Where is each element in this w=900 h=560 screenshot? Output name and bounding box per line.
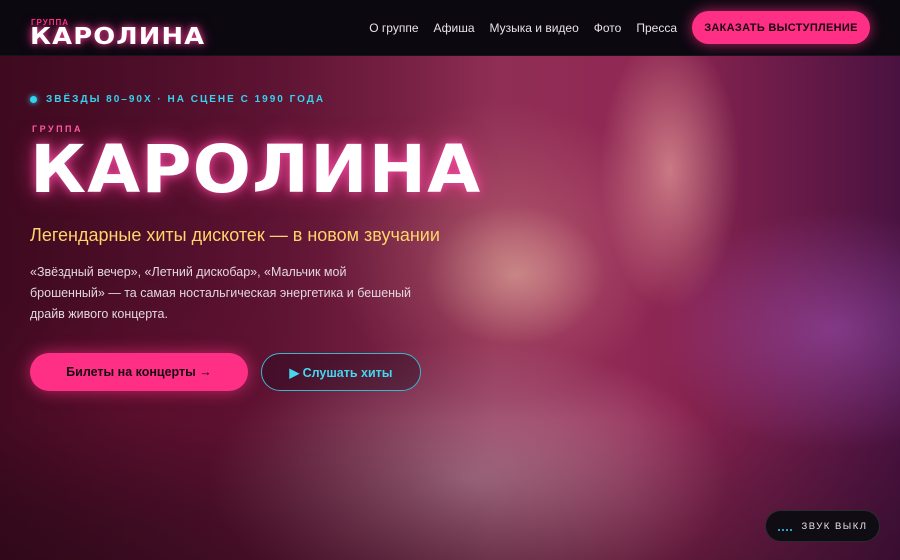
hero-bottom-fade [0, 420, 900, 560]
nav-item-schedule[interactable]: Афиша [434, 21, 475, 35]
live-dot-icon [30, 96, 37, 103]
logo[interactable]: ГРУППА КАРОЛИНА [30, 8, 220, 50]
equalizer-icon [777, 521, 794, 531]
book-performance-button[interactable]: ЗАКАЗАТЬ ВЫСТУПЛЕНИЕ [692, 11, 870, 44]
hero-subtitle: Легендарные хиты дискотек — в новом звуч… [30, 225, 440, 245]
logo-wordmark: КАРОЛИНА [30, 23, 206, 50]
sound-toggle-button[interactable]: ЗВУК ВЫКЛ [765, 510, 880, 542]
hero-description: «Звёздный вечер», «Летний дискобар», «Ма… [30, 265, 412, 321]
hero-title: КАРОЛИНА [30, 131, 482, 208]
sound-toggle-label: ЗВУК ВЫКЛ [801, 520, 868, 532]
nav-item-press[interactable]: Пресса [636, 21, 677, 35]
listen-hits-button[interactable]: ▶ Слушать хиты [261, 353, 421, 391]
hero-eyebrow: ЗВЁЗДЫ 80–90Х · НА СЦЕНЕ С 1990 ГОДА [30, 94, 325, 105]
tickets-button[interactable]: Билеты на концерты → [30, 353, 248, 391]
hero-eyebrow-text: ЗВЁЗДЫ 80–90Х · НА СЦЕНЕ С 1990 ГОДА [46, 94, 326, 105]
nav-item-photo[interactable]: Фото [594, 21, 622, 35]
nav-item-music-video[interactable]: Музыка и видео [490, 21, 579, 35]
nav-item-about[interactable]: О группе [369, 21, 418, 35]
site-header: ГРУППА КАРОЛИНА О группе Афиша Музыка и … [0, 0, 900, 56]
main-nav: О группе Афиша Музыка и видео Фото Пресс… [369, 11, 870, 44]
